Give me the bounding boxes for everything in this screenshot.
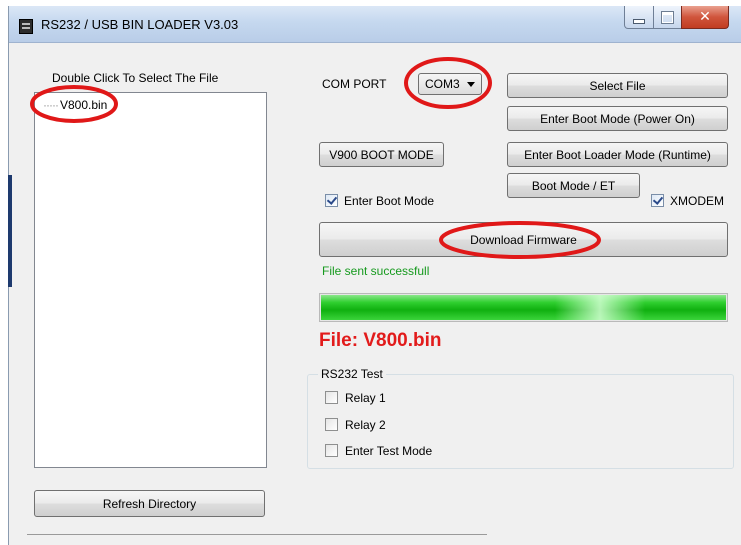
relay-2-checkbox[interactable] xyxy=(325,418,338,431)
enter-boot-mode-power-on-button[interactable]: Enter Boot Mode (Power On) xyxy=(507,106,728,131)
com-port-select[interactable]: COM3 xyxy=(418,73,482,95)
boot-mode-et-button[interactable]: Boot Mode / ET xyxy=(507,173,640,198)
com-port-label: COM PORT xyxy=(322,77,387,91)
relay-1-label: Relay 1 xyxy=(345,391,386,405)
enter-boot-loader-runtime-button[interactable]: Enter Boot Loader Mode (Runtime) xyxy=(507,142,728,167)
close-icon: ✕ xyxy=(699,9,711,25)
relay-1-checkbox[interactable] xyxy=(325,391,338,404)
rs232-test-title: RS232 Test xyxy=(318,367,386,381)
minimize-button[interactable] xyxy=(624,6,654,29)
status-text: File sent successfull xyxy=(322,264,430,278)
xmodem-checkbox[interactable] xyxy=(651,194,664,207)
close-button[interactable]: ✕ xyxy=(681,6,729,29)
enter-test-mode-checkbox[interactable] xyxy=(325,444,338,457)
minimize-icon xyxy=(633,18,645,24)
com-port-value: COM3 xyxy=(425,77,460,91)
progress-bar xyxy=(319,293,728,322)
divider xyxy=(27,534,487,535)
select-file-button[interactable]: Select File xyxy=(507,73,728,98)
v900-boot-mode-button[interactable]: V900 BOOT MODE xyxy=(319,142,444,167)
chevron-down-icon xyxy=(467,82,475,87)
file-list[interactable]: ····· V800.bin xyxy=(34,92,267,468)
window-title: RS232 / USB BIN LOADER V3.03 xyxy=(41,17,239,32)
refresh-directory-button[interactable]: Refresh Directory xyxy=(34,490,265,517)
app-icon xyxy=(19,19,33,34)
download-firmware-button[interactable]: Download Firmware xyxy=(319,222,728,257)
tree-connector-icon: ····· xyxy=(43,98,59,112)
maximize-icon xyxy=(662,11,673,23)
file-list-item[interactable]: ····· V800.bin xyxy=(43,98,107,112)
progress-fill xyxy=(321,295,726,320)
xmodem-label: XMODEM xyxy=(670,194,724,208)
file-list-item-label: V800.bin xyxy=(59,98,108,112)
enter-boot-mode-label: Enter Boot Mode xyxy=(344,194,435,208)
file-list-heading: Double Click To Select The File xyxy=(52,71,219,85)
window-edge-decoration xyxy=(8,175,12,287)
file-name-display: File: V800.bin xyxy=(319,330,442,351)
relay-2-label: Relay 2 xyxy=(345,418,386,432)
progress-highlight xyxy=(555,295,645,320)
enter-boot-mode-checkbox[interactable] xyxy=(325,194,338,207)
enter-test-mode-label: Enter Test Mode xyxy=(345,444,433,458)
maximize-button[interactable] xyxy=(653,6,682,29)
title-bar: RS232 / USB BIN LOADER V3.03 ✕ xyxy=(9,6,741,43)
